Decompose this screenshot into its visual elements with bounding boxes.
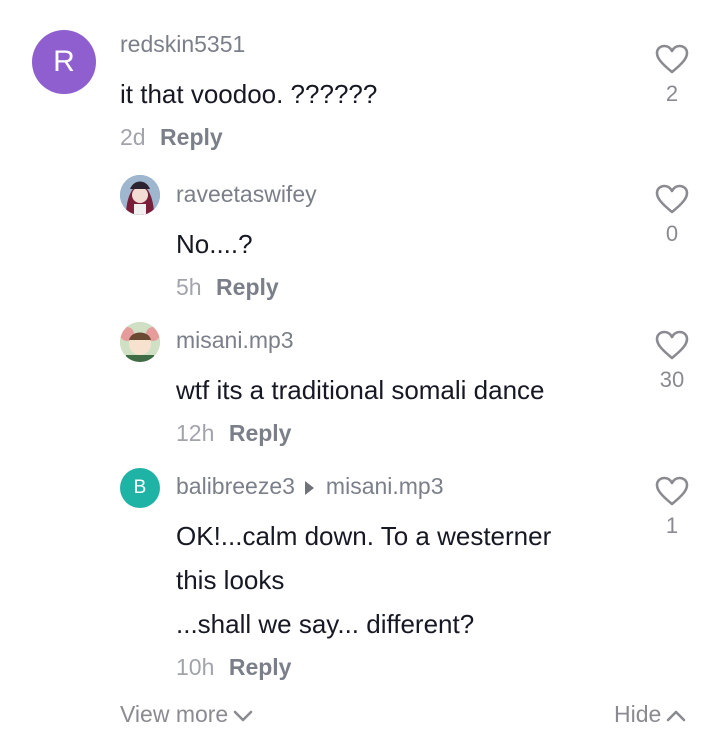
reply-meta: 12h Reply [176, 420, 291, 447]
reply-meta: 5h Reply [176, 274, 279, 301]
view-more-label: View more [120, 701, 229, 727]
reply-header: balibreeze3 misani.mp3 [176, 473, 444, 500]
reply-button[interactable]: Reply [229, 654, 292, 680]
chevron-up-icon [667, 710, 686, 722]
hide-label: Hide [614, 701, 662, 727]
like-button[interactable]: 30 [644, 330, 700, 393]
cartoon-avatar-icon [120, 322, 160, 362]
avatar-redskin5351[interactable]: R [32, 30, 96, 94]
avatar-letter: R [53, 45, 75, 78]
like-button[interactable]: 0 [644, 184, 700, 247]
heart-icon [655, 44, 689, 74]
reply-age: 12h [176, 420, 215, 446]
reply-meta: 10h Reply [176, 654, 291, 681]
reply-to-username[interactable]: misani.mp3 [326, 473, 444, 499]
reply-age: 10h [176, 654, 215, 680]
reply-to-arrow-icon [304, 480, 314, 495]
reply-button[interactable]: Reply [216, 274, 279, 300]
like-button[interactable]: 1 [644, 476, 700, 539]
reply-text: No....? [176, 229, 253, 259]
like-count: 1 [665, 513, 679, 538]
like-count: 30 [659, 367, 685, 392]
reply-text-line: ...shall we say... different? [176, 609, 475, 639]
reply-text-line: this looks [176, 565, 285, 595]
comment-username[interactable]: redskin5351 [120, 31, 245, 58]
reply-button[interactable]: Reply [160, 124, 223, 150]
reply-button[interactable]: Reply [229, 420, 292, 446]
view-more-button[interactable]: View more [120, 701, 254, 728]
reply-username[interactable]: raveetaswifey [176, 181, 317, 208]
avatar-balibreeze3[interactable]: B [120, 468, 160, 508]
reply-text: OK!...calm down. To a westerner this loo… [176, 514, 551, 646]
hide-button[interactable]: Hide [614, 701, 687, 728]
like-count: 2 [665, 81, 679, 106]
avatar-letter: B [133, 477, 147, 498]
reply-age: 5h [176, 274, 202, 300]
comment-meta: 2d Reply [120, 124, 223, 151]
like-button[interactable]: 2 [644, 44, 700, 107]
reply-username[interactable]: balibreeze3 [176, 473, 295, 499]
avatar-misani-mp3[interactable] [120, 322, 160, 362]
heart-icon [655, 184, 689, 214]
chevron-down-icon [233, 710, 253, 722]
reply-text: wtf its a traditional somali dance [176, 375, 545, 405]
like-count: 0 [665, 221, 679, 246]
comment-age: 2d [120, 124, 146, 150]
avatar-raveetaswifey[interactable] [120, 175, 160, 215]
anime-avatar-icon [120, 175, 160, 215]
comment-text: it that voodoo. ?????? [120, 79, 378, 109]
heart-icon [655, 476, 689, 506]
heart-icon [655, 330, 689, 360]
reply-text-line: OK!...calm down. To a westerner [176, 521, 552, 551]
reply-username[interactable]: misani.mp3 [176, 327, 294, 354]
